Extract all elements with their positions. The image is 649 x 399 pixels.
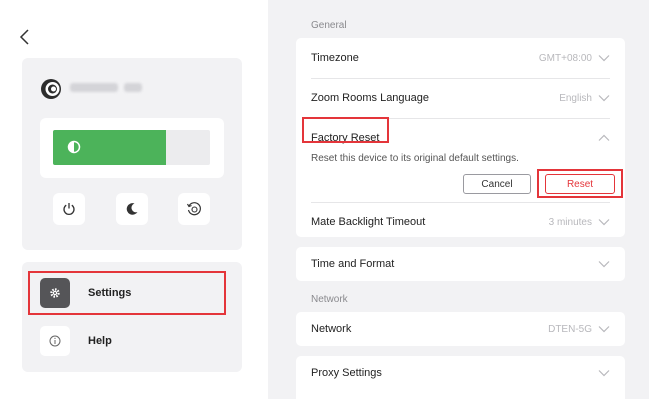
restart-button[interactable] — [178, 193, 210, 225]
network-card: Network DTEN-5G — [296, 312, 625, 346]
power-icon — [63, 203, 75, 215]
backlight-row[interactable]: Mate Backlight Timeout 3 minutes — [296, 202, 625, 242]
timezone-value: GMT+08:00 — [538, 52, 592, 64]
chevron-left-icon — [19, 29, 29, 45]
device-logo-icon — [40, 78, 62, 100]
chevron-down-icon — [598, 370, 610, 377]
general-card: Timezone GMT+08:00 Zoom Rooms Language E… — [296, 38, 625, 237]
factory-reset-label: Factory Reset — [311, 132, 380, 144]
network-value: DTEN-5G — [548, 323, 592, 335]
restart-icon — [186, 202, 201, 216]
chevron-down-icon — [598, 261, 610, 268]
back-button[interactable] — [18, 28, 34, 48]
info-icon — [40, 326, 70, 356]
gear-icon — [40, 278, 70, 308]
proxy-row[interactable]: Proxy Settings — [296, 356, 625, 390]
factory-reset-description: Reset this device to its original defaul… — [311, 153, 519, 164]
language-label: Zoom Rooms Language — [311, 92, 430, 104]
time-format-label: Time and Format — [311, 258, 395, 270]
backlight-label: Mate Backlight Timeout — [311, 216, 426, 228]
chevron-down-icon — [598, 219, 610, 226]
reset-button[interactable]: Reset — [545, 174, 615, 194]
menu-item-label: Help — [88, 335, 112, 347]
chevron-down-icon — [598, 55, 610, 62]
brightness-card — [40, 118, 224, 178]
time-format-row[interactable]: Time and Format — [296, 247, 625, 281]
timezone-row[interactable]: Timezone GMT+08:00 — [296, 38, 625, 78]
time-format-card: Time and Format — [296, 247, 625, 281]
chevron-up-icon — [598, 134, 610, 141]
chevron-down-icon — [598, 326, 610, 333]
proxy-card: Proxy Settings — [296, 356, 625, 399]
sleep-button[interactable] — [116, 193, 148, 225]
timezone-label: Timezone — [311, 52, 359, 64]
menu-item-settings[interactable]: Settings — [22, 270, 242, 316]
power-button[interactable] — [53, 193, 85, 225]
factory-reset-row[interactable]: Factory Reset — [296, 118, 625, 158]
language-row[interactable]: Zoom Rooms Language English — [296, 78, 625, 118]
device-card — [22, 58, 242, 250]
language-value: English — [559, 92, 592, 104]
cancel-button[interactable]: Cancel — [463, 174, 531, 194]
section-title-general: General — [311, 20, 347, 31]
menu-item-label: Settings — [88, 287, 132, 299]
left-panel: Settings Help — [0, 0, 268, 399]
brightness-slider[interactable] — [53, 130, 210, 165]
brightness-icon — [67, 140, 81, 154]
chevron-down-icon — [598, 95, 610, 102]
section-title-network: Network — [311, 294, 348, 305]
device-name-redacted — [70, 83, 142, 93]
menu-item-help[interactable]: Help — [22, 318, 242, 364]
backlight-value: 3 minutes — [548, 216, 592, 228]
menu-card: Settings Help — [22, 262, 242, 372]
moon-icon — [126, 203, 138, 215]
proxy-label: Proxy Settings — [311, 367, 382, 379]
network-label: Network — [311, 323, 352, 335]
network-row[interactable]: Network DTEN-5G — [296, 312, 625, 346]
settings-panel: General Timezone GMT+08:00 Zoom Rooms La… — [268, 0, 649, 399]
